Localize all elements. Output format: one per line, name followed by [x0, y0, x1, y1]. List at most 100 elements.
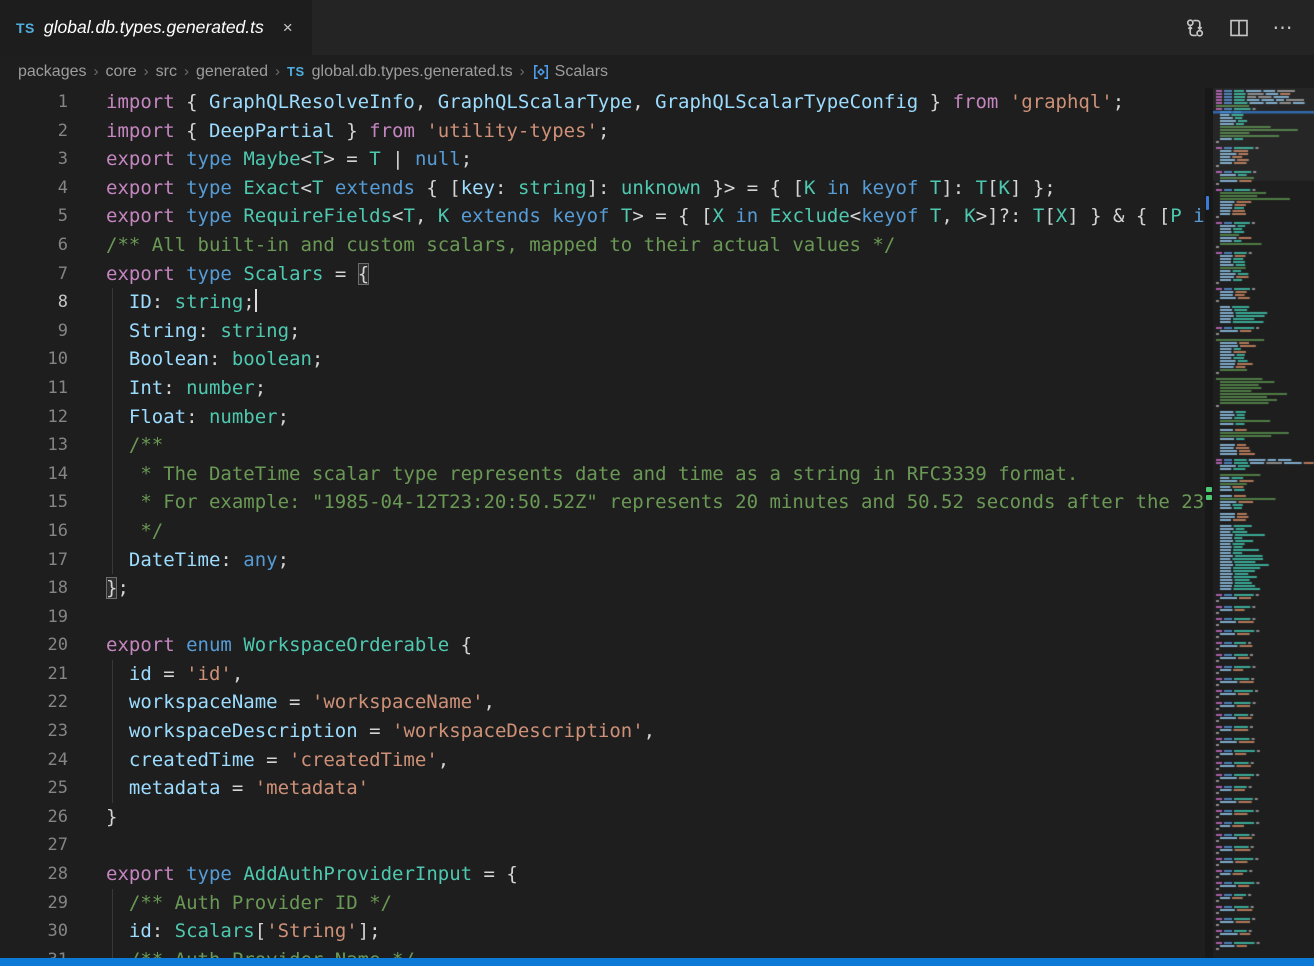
line-number: 20 — [0, 631, 68, 660]
code-text: } — [106, 803, 117, 832]
code-line-4[interactable]: 4export type Exact<T extends { [key: str… — [0, 174, 1205, 203]
close-tab-icon[interactable]: × — [278, 16, 298, 39]
line-number: 4 — [0, 174, 68, 203]
line-number: 7 — [0, 260, 68, 289]
tab-global-db-types[interactable]: TS global.db.types.generated.ts × — [0, 0, 312, 55]
text-cursor — [255, 289, 257, 312]
code-text: createdTime = 'createdTime', — [106, 746, 449, 775]
code-line-18[interactable]: 18}; — [0, 574, 1205, 603]
code-line-20[interactable]: 20export enum WorkspaceOrderable { — [0, 631, 1205, 660]
line-number: 8 — [0, 288, 68, 317]
code-text: export type RequireFields<T, K extends k… — [106, 202, 1205, 231]
code-line-1[interactable]: 1import { GraphQLResolveInfo, GraphQLSca… — [0, 88, 1205, 117]
code-line-3[interactable]: 3export type Maybe<T> = T | null; — [0, 145, 1205, 174]
breadcrumb-separator: › — [144, 63, 149, 80]
code-text: workspaceDescription = 'workspaceDescrip… — [106, 717, 655, 746]
code-line-27[interactable]: 27 — [0, 831, 1205, 860]
breadcrumb-label: src — [156, 63, 177, 81]
overview-ruler-mark — [1206, 495, 1212, 500]
code-line-10[interactable]: 10 Boolean: boolean; — [0, 345, 1205, 374]
breadcrumb-item-global-db-types-generated-ts[interactable]: TSglobal.db.types.generated.ts — [287, 63, 513, 81]
breadcrumb-item-src[interactable]: src — [156, 63, 177, 81]
line-number: 5 — [0, 202, 68, 231]
line-number: 14 — [0, 460, 68, 489]
code-line-25[interactable]: 25 metadata = 'metadata' — [0, 774, 1205, 803]
line-number: 9 — [0, 317, 68, 346]
line-number: 19 — [0, 603, 68, 632]
code-text: import { DeepPartial } from 'utility-typ… — [106, 117, 609, 146]
line-number: 17 — [0, 546, 68, 575]
code-text: id: Scalars['String']; — [106, 917, 381, 946]
more-actions-button[interactable]: ⋯ — [1266, 11, 1300, 45]
breadcrumb-label: packages — [18, 63, 87, 81]
code-text: /** All built-in and custom scalars, map… — [106, 231, 895, 260]
code-line-9[interactable]: 9 String: string; — [0, 317, 1205, 346]
progress-bar — [0, 958, 1314, 966]
code-line-31[interactable]: 31 /** Auth Provider Name */ — [0, 946, 1205, 958]
breadcrumb-item-scalars[interactable]: Scalars — [532, 63, 608, 81]
tab-title: global.db.types.generated.ts — [44, 17, 264, 38]
line-number: 29 — [0, 889, 68, 918]
overview-ruler-mark — [1206, 487, 1212, 492]
code-text: id = 'id', — [106, 660, 243, 689]
code-line-7[interactable]: 7 export type Scalars = { — [0, 260, 1205, 289]
code-line-17[interactable]: 17 DateTime: any; — [0, 546, 1205, 575]
code-line-30[interactable]: 30 id: Scalars['String']; — [0, 917, 1205, 946]
code-text: export type Scalars = { — [106, 260, 369, 289]
breadcrumb-item-packages[interactable]: packages — [18, 63, 87, 81]
more-actions-icon: ⋯ — [1273, 15, 1294, 40]
code-line-6[interactable]: 6 /** All built-in and custom scalars, ma… — [0, 231, 1205, 260]
line-number: 11 — [0, 374, 68, 403]
split-editor-button[interactable] — [1222, 11, 1256, 45]
code-text: }; — [106, 574, 129, 603]
vscode-editor-window: TS global.db.types.generated.ts × — [0, 0, 1314, 966]
code-line-11[interactable]: 11 Int: number; — [0, 374, 1205, 403]
breadcrumb-item-generated[interactable]: generated — [196, 63, 268, 81]
symbol-type-icon — [532, 63, 550, 81]
code-text: /** — [106, 431, 163, 460]
code-line-24[interactable]: 24 createdTime = 'createdTime', — [0, 746, 1205, 775]
code-line-5[interactable]: 5 export type RequireFields<T, K extends … — [0, 202, 1205, 231]
code-line-8[interactable]: 8 ID: string; — [0, 288, 1205, 317]
code-line-22[interactable]: 22 workspaceName = 'workspaceName', — [0, 688, 1205, 717]
breadcrumb-item-core[interactable]: core — [106, 63, 137, 81]
line-number: 2 — [0, 117, 68, 146]
code-text: ID: string; — [106, 288, 257, 317]
editor-actions: ⋯ — [1178, 0, 1314, 55]
line-number: 27 — [0, 831, 68, 860]
line-number: 24 — [0, 746, 68, 775]
minimap[interactable] — [1213, 88, 1314, 958]
line-number: 28 — [0, 860, 68, 889]
typescript-file-icon: TS — [16, 20, 35, 36]
code-line-16[interactable]: 16 */ — [0, 517, 1205, 546]
code-line-15[interactable]: 15 * For example: "1985-04-12T23:20:50.5… — [0, 488, 1205, 517]
code-area[interactable]: 1import { GraphQLResolveInfo, GraphQLSca… — [0, 88, 1205, 958]
code-text: Float: number; — [106, 403, 289, 432]
line-number: 18 — [0, 574, 68, 603]
line-number: 26 — [0, 803, 68, 832]
split-editor-icon — [1228, 17, 1250, 39]
line-number: 6 — [0, 231, 68, 260]
breadcrumb-separator: › — [275, 63, 280, 80]
line-number: 31 — [0, 946, 68, 958]
code-line-26[interactable]: 26} — [0, 803, 1205, 832]
code-line-12[interactable]: 12 Float: number; — [0, 403, 1205, 432]
line-number: 23 — [0, 717, 68, 746]
code-text: */ — [106, 517, 163, 546]
code-line-14[interactable]: 14 * The DateTime scalar type represents… — [0, 460, 1205, 489]
code-line-29[interactable]: 29 /** Auth Provider ID */ — [0, 889, 1205, 918]
code-line-28[interactable]: 28export type AddAuthProviderInput = { — [0, 860, 1205, 889]
code-line-13[interactable]: 13 /** — [0, 431, 1205, 460]
code-line-23[interactable]: 23 workspaceDescription = 'workspaceDesc… — [0, 717, 1205, 746]
breadcrumb-label: Scalars — [555, 63, 608, 81]
code-line-21[interactable]: 21 id = 'id', — [0, 660, 1205, 689]
breadcrumb-separator: › — [94, 63, 99, 80]
code-line-19[interactable]: 19 — [0, 603, 1205, 632]
editor-pane: 1import { GraphQLResolveInfo, GraphQLSca… — [0, 88, 1314, 958]
code-text: import { GraphQLResolveInfo, GraphQLScal… — [106, 88, 1124, 117]
line-number: 22 — [0, 688, 68, 717]
breadcrumb-label: generated — [196, 63, 268, 81]
code-line-2[interactable]: 2 import { DeepPartial } from 'utility-ty… — [0, 117, 1205, 146]
open-changes-button[interactable] — [1178, 11, 1212, 45]
breadcrumb-separator: › — [184, 63, 189, 80]
